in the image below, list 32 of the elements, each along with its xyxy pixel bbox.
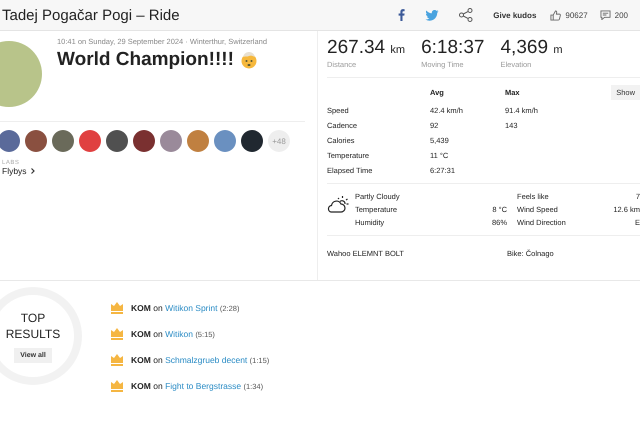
kudoer-avatar[interactable] [241, 130, 263, 152]
give-kudos-button[interactable]: Give kudos [493, 10, 536, 20]
activity-title: World Champion!!!! [57, 49, 234, 71]
segment-link[interactable]: Schmalzgrueb decent [165, 354, 248, 364]
kudoer-avatar[interactable] [106, 130, 128, 152]
thumbs-up-icon[interactable] [550, 10, 562, 20]
kudoer-avatar[interactable] [25, 130, 47, 152]
partly-cloudy-icon [327, 195, 349, 213]
facebook-icon[interactable] [398, 9, 406, 21]
crown-icon [110, 301, 124, 314]
stat-value: 267.34 km [327, 37, 406, 59]
stat-value: 4,369 m [500, 37, 562, 59]
emoji-icon [240, 51, 258, 69]
badge-title: TOP [20, 310, 46, 326]
share-icon[interactable] [459, 8, 474, 22]
segment-link[interactable]: Witikon Sprint [165, 302, 218, 312]
more-kudos-count[interactable]: +48 [268, 130, 290, 152]
kudoer-avatar[interactable] [133, 130, 155, 152]
segment-link[interactable]: Witikon [165, 328, 193, 338]
comment-icon[interactable] [600, 10, 611, 20]
twitter-icon[interactable] [425, 10, 440, 20]
kudos-count: 90627 [565, 10, 588, 20]
crown-icon [110, 327, 124, 340]
badge-title: RESULTS [6, 326, 60, 342]
segment-link[interactable]: Fight to Bergstrasse [165, 380, 242, 390]
crown-icon [110, 379, 124, 392]
flybys-link[interactable]: Flybys [2, 166, 35, 176]
crown-icon [110, 353, 124, 366]
stat-value: 6:18:37 [421, 37, 484, 59]
page-title: Tadej Pogačar Pogi – Ride [2, 6, 181, 24]
comment-count: 200 [614, 10, 628, 20]
chevron-icon [30, 168, 35, 174]
